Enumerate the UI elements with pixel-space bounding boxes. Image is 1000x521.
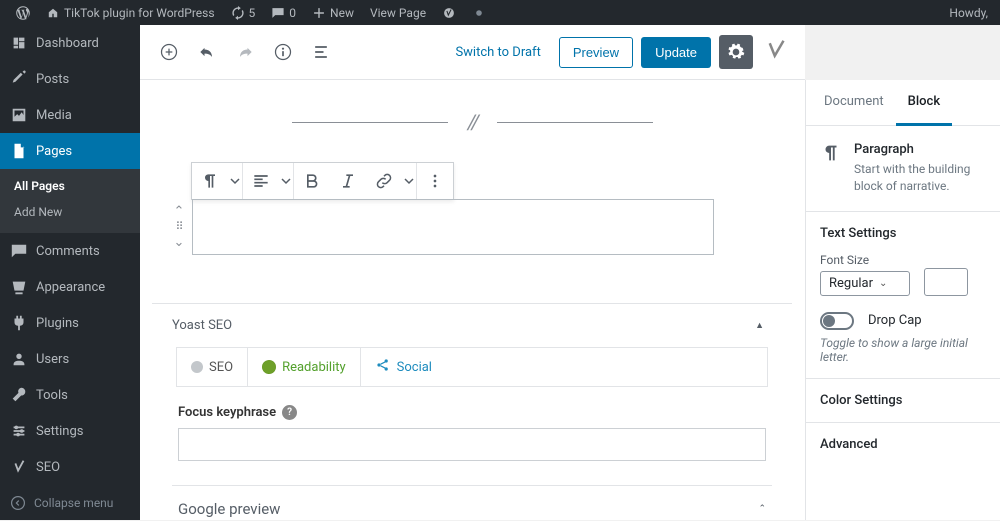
google-preview-collapse-icon[interactable]: ⌃	[758, 504, 766, 514]
yoast-tab-readability[interactable]: Readability	[248, 348, 361, 386]
text-settings-title: Text Settings	[820, 226, 986, 241]
drop-cap-toggle[interactable]	[820, 312, 854, 330]
wp-logo-icon[interactable]	[8, 0, 38, 25]
seo-score-dot-icon	[191, 361, 203, 373]
redo-button[interactable]	[230, 37, 260, 67]
comments-count: 0	[289, 6, 296, 20]
block-type-button[interactable]	[192, 163, 228, 199]
font-size-select[interactable]: Regular ⌄	[820, 271, 910, 296]
preview-button[interactable]: Preview	[559, 37, 633, 68]
yoast-tabs: SEO Readability Social	[176, 347, 768, 387]
inspector-tabs: Document Block	[806, 80, 1000, 126]
sidebar-item-appearance[interactable]: Appearance	[0, 269, 140, 305]
sidebar-item-comments[interactable]: Comments	[0, 233, 140, 269]
inspector-block-header: Paragraph Start with the building block …	[806, 126, 1000, 211]
font-size-label: Font Size	[820, 253, 910, 267]
new-label: New	[330, 6, 354, 20]
yoast-header-icon[interactable]	[761, 37, 791, 67]
sidebar-item-settings[interactable]: Settings	[0, 413, 140, 449]
inspector-panel: Document Block Paragraph Start with the …	[805, 80, 1000, 520]
updates-icon[interactable]: 5	[223, 0, 264, 25]
undo-button[interactable]	[192, 37, 222, 67]
collapse-menu[interactable]: Collapse menu	[0, 485, 140, 521]
sidebar-item-tools[interactable]: Tools	[0, 377, 140, 413]
block-type-dropdown[interactable]	[228, 163, 242, 199]
focus-keyphrase-input[interactable]	[178, 428, 766, 461]
text-settings-section: Text Settings Font Size Regular ⌄ Drop C…	[806, 211, 1000, 378]
outline-button[interactable]	[306, 37, 336, 67]
align-dropdown[interactable]	[279, 163, 293, 199]
block-toolbar	[191, 162, 454, 200]
drop-cap-hint: Toggle to show a large initial letter.	[820, 336, 986, 364]
sidebar-sub-all-pages[interactable]: All Pages	[0, 173, 140, 199]
gear-icon	[726, 42, 746, 62]
yoast-panel: Yoast SEO ▲ SEO Readability Social	[152, 303, 792, 520]
block-mover: ⌃ ⠿ ⌄	[166, 199, 192, 255]
yoast-title: Yoast SEO	[172, 318, 232, 333]
sidebar-item-seo[interactable]: SEO	[0, 449, 140, 485]
comments-icon[interactable]: 0	[263, 0, 304, 25]
bold-button[interactable]	[294, 163, 330, 199]
revisions-count: 5	[249, 6, 256, 20]
inspector-tab-block[interactable]: Block	[896, 80, 952, 126]
switch-to-draft[interactable]: Switch to Draft	[445, 45, 550, 60]
yoast-adminbar-icon[interactable]	[434, 0, 464, 25]
selected-block: ⌃ ⠿ ⌄	[152, 162, 793, 255]
howdy[interactable]: Howdy,	[941, 0, 992, 25]
editor: Switch to Draft Preview Update //	[140, 25, 805, 520]
google-preview-title: Google preview	[178, 500, 280, 518]
readability-score-dot-icon	[262, 360, 276, 374]
info-button[interactable]	[268, 37, 298, 67]
align-button[interactable]	[243, 163, 279, 199]
chevron-down-icon: ⌄	[879, 278, 887, 289]
advanced-section[interactable]: Advanced	[806, 422, 1000, 466]
link-button[interactable]	[366, 163, 402, 199]
sidebar-item-posts[interactable]: Posts	[0, 61, 140, 97]
yoast-tab-social[interactable]: Social	[361, 348, 446, 386]
site-title: TikTok plugin for WordPress	[64, 6, 215, 20]
drop-cap-label: Drop Cap	[868, 313, 922, 328]
color-settings-section[interactable]: Color Settings	[806, 378, 1000, 422]
more-options-button[interactable]	[417, 163, 453, 199]
help-icon[interactable]: ?	[282, 405, 297, 420]
kebab-icon	[425, 171, 445, 191]
block-name: Paragraph	[854, 142, 986, 157]
settings-gear-button[interactable]	[719, 35, 753, 69]
sidebar-item-dashboard[interactable]: Dashboard	[0, 25, 140, 61]
drag-handle[interactable]: ⠿	[175, 220, 182, 233]
status-dot-icon	[464, 0, 494, 25]
view-page[interactable]: View Page	[362, 0, 434, 25]
site-home[interactable]: TikTok plugin for WordPress	[38, 0, 223, 25]
update-button[interactable]: Update	[641, 37, 711, 68]
sidebar-item-media[interactable]: Media	[0, 97, 140, 133]
editor-canvas: //	[140, 80, 805, 520]
move-down-button[interactable]: ⌄	[174, 236, 185, 249]
new-content[interactable]: New	[304, 0, 362, 25]
yoast-collapse-button[interactable]: ▲	[755, 320, 764, 331]
google-preview-section: Google preview ⌃ Preview as: Mobile resu…	[172, 485, 772, 520]
admin-bar: TikTok plugin for WordPress 5 0 New View…	[0, 0, 1000, 25]
block-description: Start with the building block of narrati…	[854, 161, 986, 195]
paragraph-icon	[200, 171, 220, 191]
editor-header: Switch to Draft Preview Update	[140, 25, 805, 80]
move-up-button[interactable]: ⌃	[174, 205, 185, 218]
paragraph-icon	[820, 142, 842, 164]
inspector-tab-document[interactable]: Document	[812, 80, 896, 125]
focus-keyphrase-label: Focus keyphrase ?	[178, 405, 766, 420]
paragraph-block[interactable]	[192, 199, 714, 255]
sidebar-item-plugins[interactable]: Plugins	[0, 305, 140, 341]
sidebar-item-pages[interactable]: Pages	[0, 133, 140, 169]
sidebar-submenu-pages: All Pages Add New	[0, 169, 140, 233]
font-size-number-input[interactable]	[924, 268, 968, 296]
sidebar-item-users[interactable]: Users	[0, 341, 140, 377]
separator-block: //	[152, 110, 793, 134]
yoast-tab-seo[interactable]: SEO	[177, 348, 248, 386]
admin-sidebar: Dashboard Posts Media Pages All Pages Ad…	[0, 25, 140, 520]
italic-button[interactable]	[330, 163, 366, 199]
more-format-dropdown[interactable]	[402, 163, 416, 199]
align-left-icon	[251, 171, 271, 191]
sidebar-sub-add-new[interactable]: Add New	[0, 199, 140, 225]
add-block-button[interactable]	[154, 37, 184, 67]
share-icon	[375, 357, 391, 377]
